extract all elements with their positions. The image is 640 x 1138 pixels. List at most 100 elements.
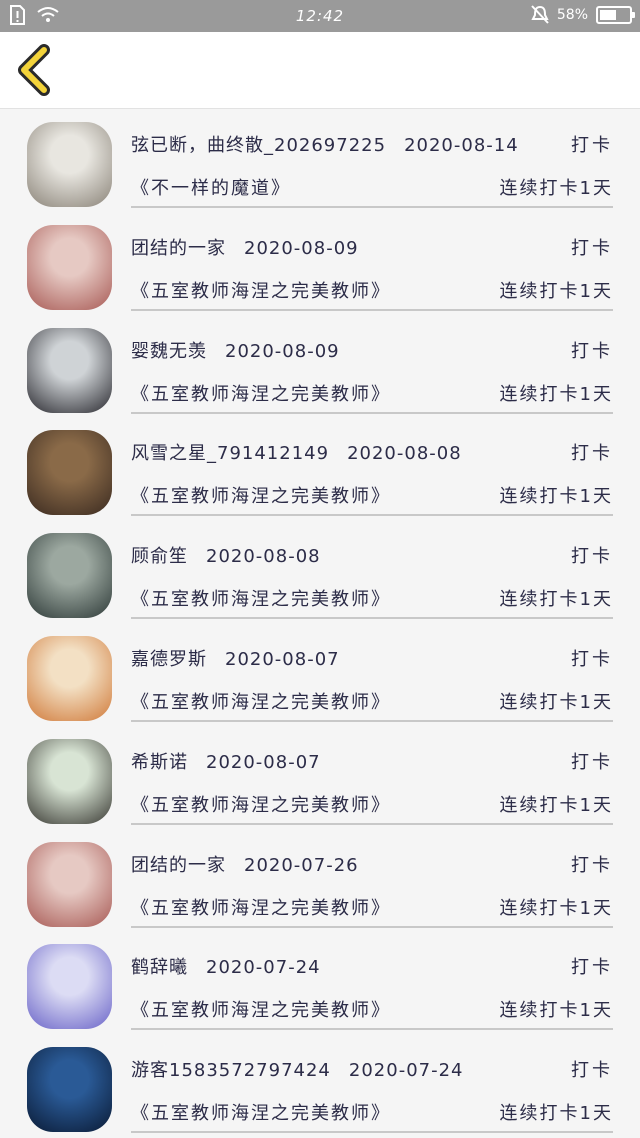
- item-detail: 《五室教师海涅之完美教师》 连续打卡1天: [131, 584, 613, 612]
- divider: [131, 822, 613, 825]
- streak-text: 连续打卡1天: [499, 178, 613, 199]
- avatar[interactable]: [27, 1047, 112, 1133]
- list-item[interactable]: 鹤辞曦 2020-07-24 打卡 《五室教师海涅之完美教师》 连续打卡1天: [0, 932, 640, 1035]
- list-item[interactable]: 希斯诺 2020-08-07 打卡 《五室教师海涅之完美教师》 连续打卡1天: [0, 727, 640, 830]
- book-title[interactable]: 《五室教师海涅之完美教师》: [131, 482, 391, 508]
- battery-percent: 58%: [556, 7, 588, 23]
- streak-text: 连续打卡1天: [499, 486, 613, 508]
- divider: [131, 1131, 613, 1134]
- item-header: 鹤辞曦 2020-07-24 打卡: [131, 952, 613, 980]
- list-item[interactable]: 弦已断，曲终散_202697225 2020-08-14 打卡 《不一样的魔道》 …: [0, 110, 640, 213]
- item-header: 游客1583572797424 2020-07-24 打卡: [131, 1055, 613, 1083]
- item-header: 希斯诺 2020-08-07 打卡: [131, 747, 613, 775]
- avatar[interactable]: [27, 430, 112, 516]
- avatar[interactable]: [27, 224, 112, 310]
- username[interactable]: 嘉德罗斯: [131, 649, 207, 670]
- book-title[interactable]: 《五室教师海涅之完美教师》: [131, 996, 391, 1022]
- username[interactable]: 风雪之星_791412149: [131, 443, 329, 464]
- checkin-label: 打卡: [571, 1060, 613, 1082]
- checkin-label: 打卡: [571, 340, 613, 362]
- bell-muted-icon: [531, 5, 549, 24]
- battery-icon: [596, 6, 635, 24]
- avatar[interactable]: [27, 327, 112, 413]
- user-line: 风雪之星_791412149 2020-08-08: [131, 439, 462, 465]
- checkin-label: 打卡: [571, 751, 613, 773]
- nav-bar: [0, 32, 640, 109]
- item-header: 顾俞笙 2020-08-08 打卡: [131, 541, 613, 569]
- checkin-date: 2020-07-26: [244, 854, 359, 876]
- avatar[interactable]: [27, 122, 112, 207]
- username[interactable]: 鹤辞曦: [131, 957, 188, 978]
- streak-text: 连续打卡1天: [499, 1000, 613, 1022]
- item-header: 团结的一家 2020-07-26 打卡: [131, 850, 613, 878]
- username[interactable]: 希斯诺: [131, 752, 188, 773]
- item-detail: 《五室教师海涅之完美教师》 连续打卡1天: [131, 687, 613, 715]
- avatar[interactable]: [27, 841, 112, 927]
- checkin-label: 打卡: [571, 135, 613, 156]
- divider: [131, 925, 613, 928]
- list-item[interactable]: 风雪之星_791412149 2020-08-08 打卡 《五室教师海涅之完美教师…: [0, 418, 640, 521]
- book-title[interactable]: 《五室教师海涅之完美教师》: [131, 894, 391, 920]
- checkin-label: 打卡: [571, 237, 613, 259]
- divider: [131, 206, 613, 208]
- book-title[interactable]: 《不一样的魔道》: [131, 174, 291, 200]
- username[interactable]: 游客1583572797424: [131, 1060, 331, 1081]
- checkin-label: 打卡: [571, 957, 613, 979]
- book-title[interactable]: 《五室教师海涅之完美教师》: [131, 688, 391, 714]
- item-header: 婴魏无羡 2020-08-09 打卡: [131, 336, 613, 364]
- book-title[interactable]: 《五室教师海涅之完美教师》: [131, 1099, 391, 1125]
- avatar[interactable]: [27, 944, 112, 1030]
- item-detail: 《五室教师海涅之完美教师》 连续打卡1天: [131, 790, 613, 818]
- divider: [131, 617, 613, 620]
- username[interactable]: 婴魏无羡: [131, 341, 207, 362]
- user-line: 婴魏无羡 2020-08-09: [131, 337, 340, 363]
- item-detail: 《五室教师海涅之完美教师》 连续打卡1天: [131, 995, 613, 1023]
- checkin-date: 2020-07-24: [348, 1060, 464, 1082]
- item-detail: 《五室教师海涅之完美教师》 连续打卡1天: [131, 893, 613, 921]
- streak-text: 连续打卡1天: [499, 794, 613, 816]
- book-title[interactable]: 《五室教师海涅之完美教师》: [131, 791, 391, 817]
- username[interactable]: 顾俞笙: [131, 546, 188, 567]
- checkin-date: 2020-08-07: [225, 648, 340, 670]
- item-detail: 《五室教师海涅之完美教师》 连续打卡1天: [131, 379, 613, 407]
- streak-text: 连续打卡1天: [499, 589, 613, 611]
- checkin-list: 弦已断，曲终散_202697225 2020-08-14 打卡 《不一样的魔道》 …: [0, 110, 640, 1138]
- status-right: 58%: [531, 5, 635, 25]
- checkin-date: 2020-07-24: [206, 957, 321, 979]
- divider: [131, 719, 613, 722]
- back-button[interactable]: [10, 42, 62, 98]
- divider: [131, 411, 613, 414]
- checkin-date: 2020-08-14: [404, 135, 519, 156]
- username[interactable]: 团结的一家: [131, 855, 226, 876]
- list-item[interactable]: 婴魏无羡 2020-08-09 打卡 《五室教师海涅之完美教师》 连续打卡1天: [0, 316, 640, 419]
- list-item[interactable]: 顾俞笙 2020-08-08 打卡 《五室教师海涅之完美教师》 连续打卡1天: [0, 521, 640, 624]
- user-line: 希斯诺 2020-08-07: [131, 748, 321, 774]
- streak-text: 连续打卡1天: [499, 691, 613, 713]
- item-header: 弦已断，曲终散_202697225 2020-08-14 打卡: [131, 130, 613, 158]
- item-header: 风雪之星_791412149 2020-08-08 打卡: [131, 438, 613, 466]
- list-item[interactable]: 嘉德罗斯 2020-08-07 打卡 《五室教师海涅之完美教师》 连续打卡1天: [0, 624, 640, 727]
- username[interactable]: 团结的一家: [131, 238, 226, 259]
- list-item[interactable]: 团结的一家 2020-08-09 打卡 《五室教师海涅之完美教师》 连续打卡1天: [0, 213, 640, 316]
- item-detail: 《五室教师海涅之完美教师》 连续打卡1天: [131, 276, 613, 304]
- avatar[interactable]: [27, 738, 112, 824]
- checkin-date: 2020-08-09: [244, 237, 359, 259]
- checkin-date: 2020-08-09: [225, 340, 340, 362]
- list-item[interactable]: 团结的一家 2020-07-26 打卡 《五室教师海涅之完美教师》 连续打卡1天: [0, 830, 640, 933]
- book-title[interactable]: 《五室教师海涅之完美教师》: [131, 585, 391, 611]
- divider: [131, 514, 613, 517]
- checkin-label: 打卡: [571, 648, 613, 670]
- user-line: 团结的一家 2020-07-26: [131, 851, 359, 877]
- list-item[interactable]: 游客1583572797424 2020-07-24 打卡 《五室教师海涅之完美教…: [0, 1035, 640, 1138]
- checkin-date: 2020-08-08: [206, 546, 321, 568]
- divider: [131, 308, 613, 311]
- username[interactable]: 弦已断，曲终散_202697225: [131, 135, 386, 156]
- avatar[interactable]: [27, 635, 112, 721]
- book-title[interactable]: 《五室教师海涅之完美教师》: [131, 277, 391, 303]
- book-title[interactable]: 《五室教师海涅之完美教师》: [131, 380, 391, 406]
- checkin-label: 打卡: [571, 854, 613, 876]
- user-line: 弦已断，曲终散_202697225 2020-08-14: [131, 131, 519, 157]
- avatar[interactable]: [27, 533, 112, 619]
- streak-text: 连续打卡1天: [499, 383, 613, 405]
- battery-fill: [600, 10, 617, 20]
